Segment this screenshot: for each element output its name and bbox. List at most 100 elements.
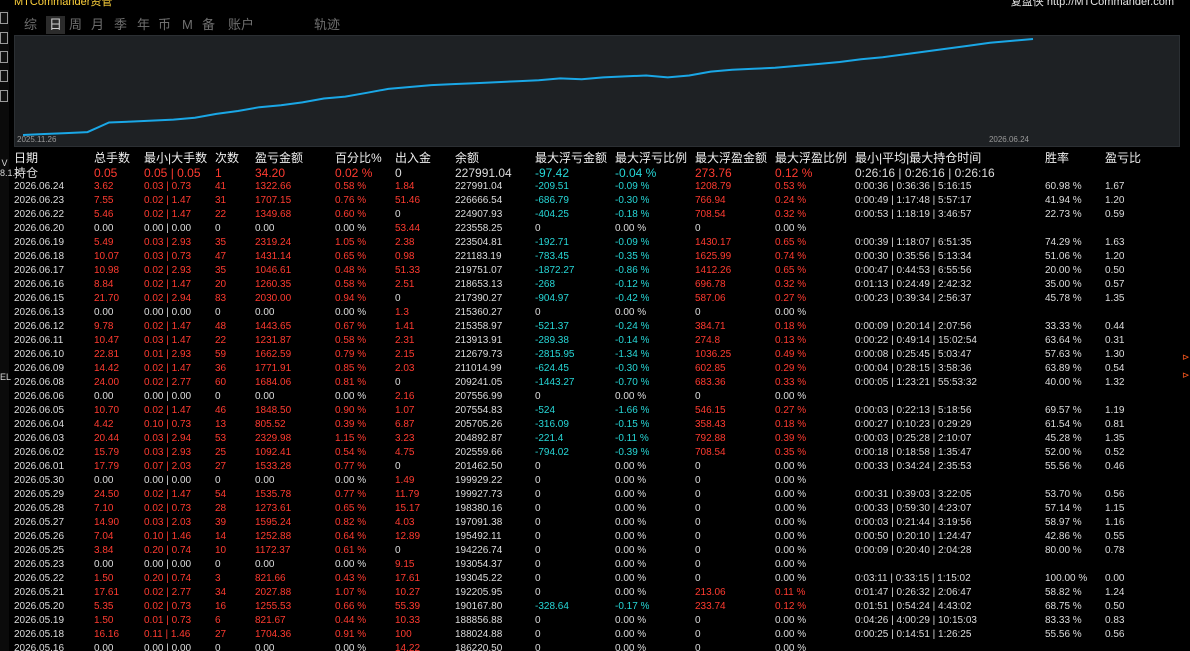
table-row[interactable]: 2026.05.16 0.00 0.00 | 0.00 0 0.00 0.00 % 14.2… xyxy=(14,642,1180,651)
cell-max-float-loss: 0 xyxy=(535,223,541,234)
table-row[interactable]: 2026.05.29 24.50 0.02 | 1.47 54 1535.78 0.77 … xyxy=(14,488,1180,502)
header-max-float-loss[interactable]: 最大浮亏金额 xyxy=(535,150,607,166)
cell-date: 2026.05.29 xyxy=(14,489,65,500)
cell-deposit-withdraw: 2.16 xyxy=(395,391,415,402)
table-row[interactable]: 2026.06.04 4.42 0.10 | 0.73 13 805.52 0.39 % 6… xyxy=(14,418,1180,432)
header-profit-factor[interactable]: 盈亏比 xyxy=(1105,150,1141,166)
cell-max-float-profit: 0 xyxy=(695,307,701,318)
cell-max-float-profit: 0 xyxy=(695,223,701,234)
cell-total-lots: 0.00 xyxy=(94,475,114,486)
table-row[interactable]: 2026.06.13 0.00 0.00 | 0.00 0 0.00 0.00 % 1.3 2… xyxy=(14,306,1180,320)
table-row[interactable]: 2026.06.06 0.00 0.00 | 0.00 0 0.00 0.00 % 2.16… xyxy=(14,390,1180,404)
table-row[interactable]: 2026.06.08 24.00 0.02 | 2.77 60 1684.06 0.81 … xyxy=(14,376,1180,390)
header-pnl-amount[interactable]: 盈亏金额 xyxy=(255,150,303,166)
copy-icon[interactable] xyxy=(0,90,8,102)
cell-max-float-profit-ratio: 0.00 % xyxy=(775,615,807,626)
table-row[interactable]: 2026.06.02 15.79 0.03 | 2.93 25 1092.41 0.54 … xyxy=(14,446,1180,460)
tab-1[interactable]: 日 xyxy=(46,16,66,34)
header-date[interactable]: 日期 xyxy=(14,150,38,166)
tab-5[interactable]: 年 xyxy=(137,16,150,34)
table-row[interactable]: 2026.06.24 3.62 0.03 | 0.73 41 1322.66 0.58 %… xyxy=(14,180,1180,194)
table-row[interactable]: 2026.06.18 10.07 0.03 | 0.73 47 1431.14 0.65 … xyxy=(14,250,1180,264)
cell-trades: 35 xyxy=(215,237,227,248)
table-row[interactable]: 2026.05.21 17.61 0.02 | 2.77 34 2027.88 1.07 … xyxy=(14,586,1180,600)
cell-win-rate: 42.86 % xyxy=(1045,531,1082,542)
table-row[interactable]: 2026.05.30 0.00 0.00 | 0.00 0 0.00 0.00 % 1.49… xyxy=(14,474,1180,488)
table-row[interactable]: 2026.06.05 10.70 0.02 | 1.47 46 1848.50 0.90 … xyxy=(14,404,1180,418)
header-max-float-profit[interactable]: 最大浮盈金额 xyxy=(695,150,767,166)
tab-10[interactable]: 轨迹 xyxy=(314,16,340,34)
table-row[interactable]: 2026.05.28 7.10 0.02 | 0.73 28 1273.61 0.65 %… xyxy=(14,502,1180,516)
header-min-max-lots[interactable]: 最小|大手数 xyxy=(144,150,207,166)
cell-profit-factor: 1.20 xyxy=(1105,195,1125,206)
table-row[interactable]: 2026.06.10 22.81 0.01 | 2.93 59 1662.59 0.79 … xyxy=(14,348,1180,362)
cell-max-float-profit: 792.88 xyxy=(695,433,726,444)
header-deposit-withdraw[interactable]: 出入金 xyxy=(395,150,431,166)
cell-deposit-withdraw: 1.41 xyxy=(395,321,415,332)
cell-pnl-amount: 1707.15 xyxy=(255,195,292,206)
cell-max-float-loss-ratio: 0.00 % xyxy=(615,517,647,528)
header-balance[interactable]: 余额 xyxy=(455,150,479,166)
move-icon[interactable] xyxy=(0,12,8,24)
tab-8[interactable]: 备 xyxy=(202,16,215,34)
cell-trades: 31 xyxy=(215,195,227,206)
cell-pnl-amount: 1231.87 xyxy=(255,335,292,346)
cell-max-float-profit: 0 xyxy=(695,503,701,514)
table-row[interactable]: 2026.06.19 5.49 0.03 | 2.93 35 2319.24 1.05 %… xyxy=(14,236,1180,250)
cell-date: 2026.06.01 xyxy=(14,461,65,472)
table-row[interactable]: 2026.06.01 17.79 0.07 | 2.03 27 1533.28 0.77 … xyxy=(14,460,1180,474)
cell-total-lots: 17.79 xyxy=(94,461,120,472)
file-icon[interactable] xyxy=(0,32,8,44)
cell-pnl-percent: 0.85 % xyxy=(335,363,367,374)
cell-balance: 223504.81 xyxy=(455,237,503,248)
cell-profit-factor: 0.57 xyxy=(1105,279,1125,290)
header-max-float-profit-ratio[interactable]: 最大浮盈比例 xyxy=(775,150,847,166)
table-row[interactable]: 2026.05.20 5.35 0.02 | 0.73 16 1255.53 0.66 %… xyxy=(14,600,1180,614)
table-row[interactable]: 2026.06.12 9.78 0.02 | 1.47 48 1443.65 0.67 %… xyxy=(14,320,1180,334)
tab-6[interactable]: 币 xyxy=(158,16,171,34)
table-row[interactable]: 2026.05.18 16.16 0.11 | 1.46 27 1704.36 0.91 … xyxy=(14,628,1180,642)
tab-9[interactable]: 账户 xyxy=(228,16,254,34)
brand-link[interactable]: 复盘侠 http://MTCommander.com xyxy=(1011,0,1174,9)
header-total-lots[interactable]: 总手数 xyxy=(94,150,130,166)
tab-3[interactable]: 月 xyxy=(91,16,104,34)
cell-date: 2026.05.22 xyxy=(14,573,65,584)
holding-date: 持仓 xyxy=(14,166,39,180)
table-row[interactable]: 2026.06.09 14.42 0.02 | 1.47 36 1771.91 0.85 … xyxy=(14,362,1180,376)
tab-7[interactable]: M xyxy=(182,16,193,34)
header-max-float-loss-ratio[interactable]: 最大浮亏比例 xyxy=(615,150,687,166)
table-row[interactable]: 2026.06.16 8.84 0.02 | 1.47 20 1260.35 0.58 %… xyxy=(14,278,1180,292)
cell-max-float-loss-ratio: 0.00 % xyxy=(615,587,647,598)
header-trades[interactable]: 次数 xyxy=(215,150,239,166)
header-win-rate[interactable]: 胜率 xyxy=(1045,150,1069,166)
window-icon[interactable] xyxy=(0,51,8,63)
table-row[interactable]: 2026.06.11 10.47 0.03 | 1.47 22 1231.87 0.58 … xyxy=(14,334,1180,348)
table-row[interactable]: 2026.06.20 0.00 0.00 | 0.00 0 0.00 0.00 % 53.4… xyxy=(14,222,1180,236)
grid-icon[interactable] xyxy=(0,70,8,82)
table-row[interactable]: 2026.06.17 10.98 0.02 | 2.93 35 1046.61 0.48 … xyxy=(14,264,1180,278)
cell-pnl-percent: 1.05 % xyxy=(335,237,367,248)
cell-win-rate: 20.00 % xyxy=(1045,265,1082,276)
table-row[interactable]: 2026.05.26 7.04 0.10 | 1.46 14 1252.88 0.64 %… xyxy=(14,530,1180,544)
table-row[interactable]: 2026.05.23 0.00 0.00 | 0.00 0 0.00 0.00 % 9.15… xyxy=(14,558,1180,572)
tab-4[interactable]: 季 xyxy=(114,16,127,34)
tab-0[interactable]: 综 xyxy=(24,16,37,34)
cell-pnl-percent: 1.07 % xyxy=(335,587,367,598)
table-row[interactable]: 2026.05.27 14.90 0.03 | 2.03 39 1595.24 0.82 … xyxy=(14,516,1180,530)
cell-date: 2026.05.26 xyxy=(14,531,65,542)
table-row[interactable]: 2026.06.23 7.55 0.02 | 1.47 31 1707.15 0.76 %… xyxy=(14,194,1180,208)
table-row[interactable]: 2026.06.22 5.46 0.02 | 1.47 22 1349.68 0.60 %… xyxy=(14,208,1180,222)
header-pnl-percent[interactable]: 百分比% xyxy=(335,150,382,166)
table-row[interactable]: 2026.05.19 1.50 0.01 | 0.73 6 821.67 0.44 % 10… xyxy=(14,614,1180,628)
table-row[interactable]: 2026.05.22 1.50 0.20 | 0.74 3 821.66 0.43 % 17… xyxy=(14,572,1180,586)
tab-2[interactable]: 周 xyxy=(69,16,82,34)
table-row[interactable]: 2026.06.03 20.44 0.03 | 2.94 53 2329.98 1.15 … xyxy=(14,432,1180,446)
cell-trades: 0 xyxy=(215,307,221,318)
header-holding-time[interactable]: 最小|平均|最大持仓时间 xyxy=(855,150,981,166)
cell-max-float-loss: 0 xyxy=(535,573,541,584)
table-row[interactable]: 2026.06.15 21.70 0.02 | 2.94 83 2030.00 0.94 … xyxy=(14,292,1180,306)
cell-profit-factor: 1.67 xyxy=(1105,181,1125,192)
table-row[interactable]: 2026.05.25 3.84 0.20 | 0.74 10 1172.37 0.61 %… xyxy=(14,544,1180,558)
cell-max-float-profit-ratio: 0.00 % xyxy=(775,475,807,486)
cell-profit-factor: 0.52 xyxy=(1105,447,1125,458)
